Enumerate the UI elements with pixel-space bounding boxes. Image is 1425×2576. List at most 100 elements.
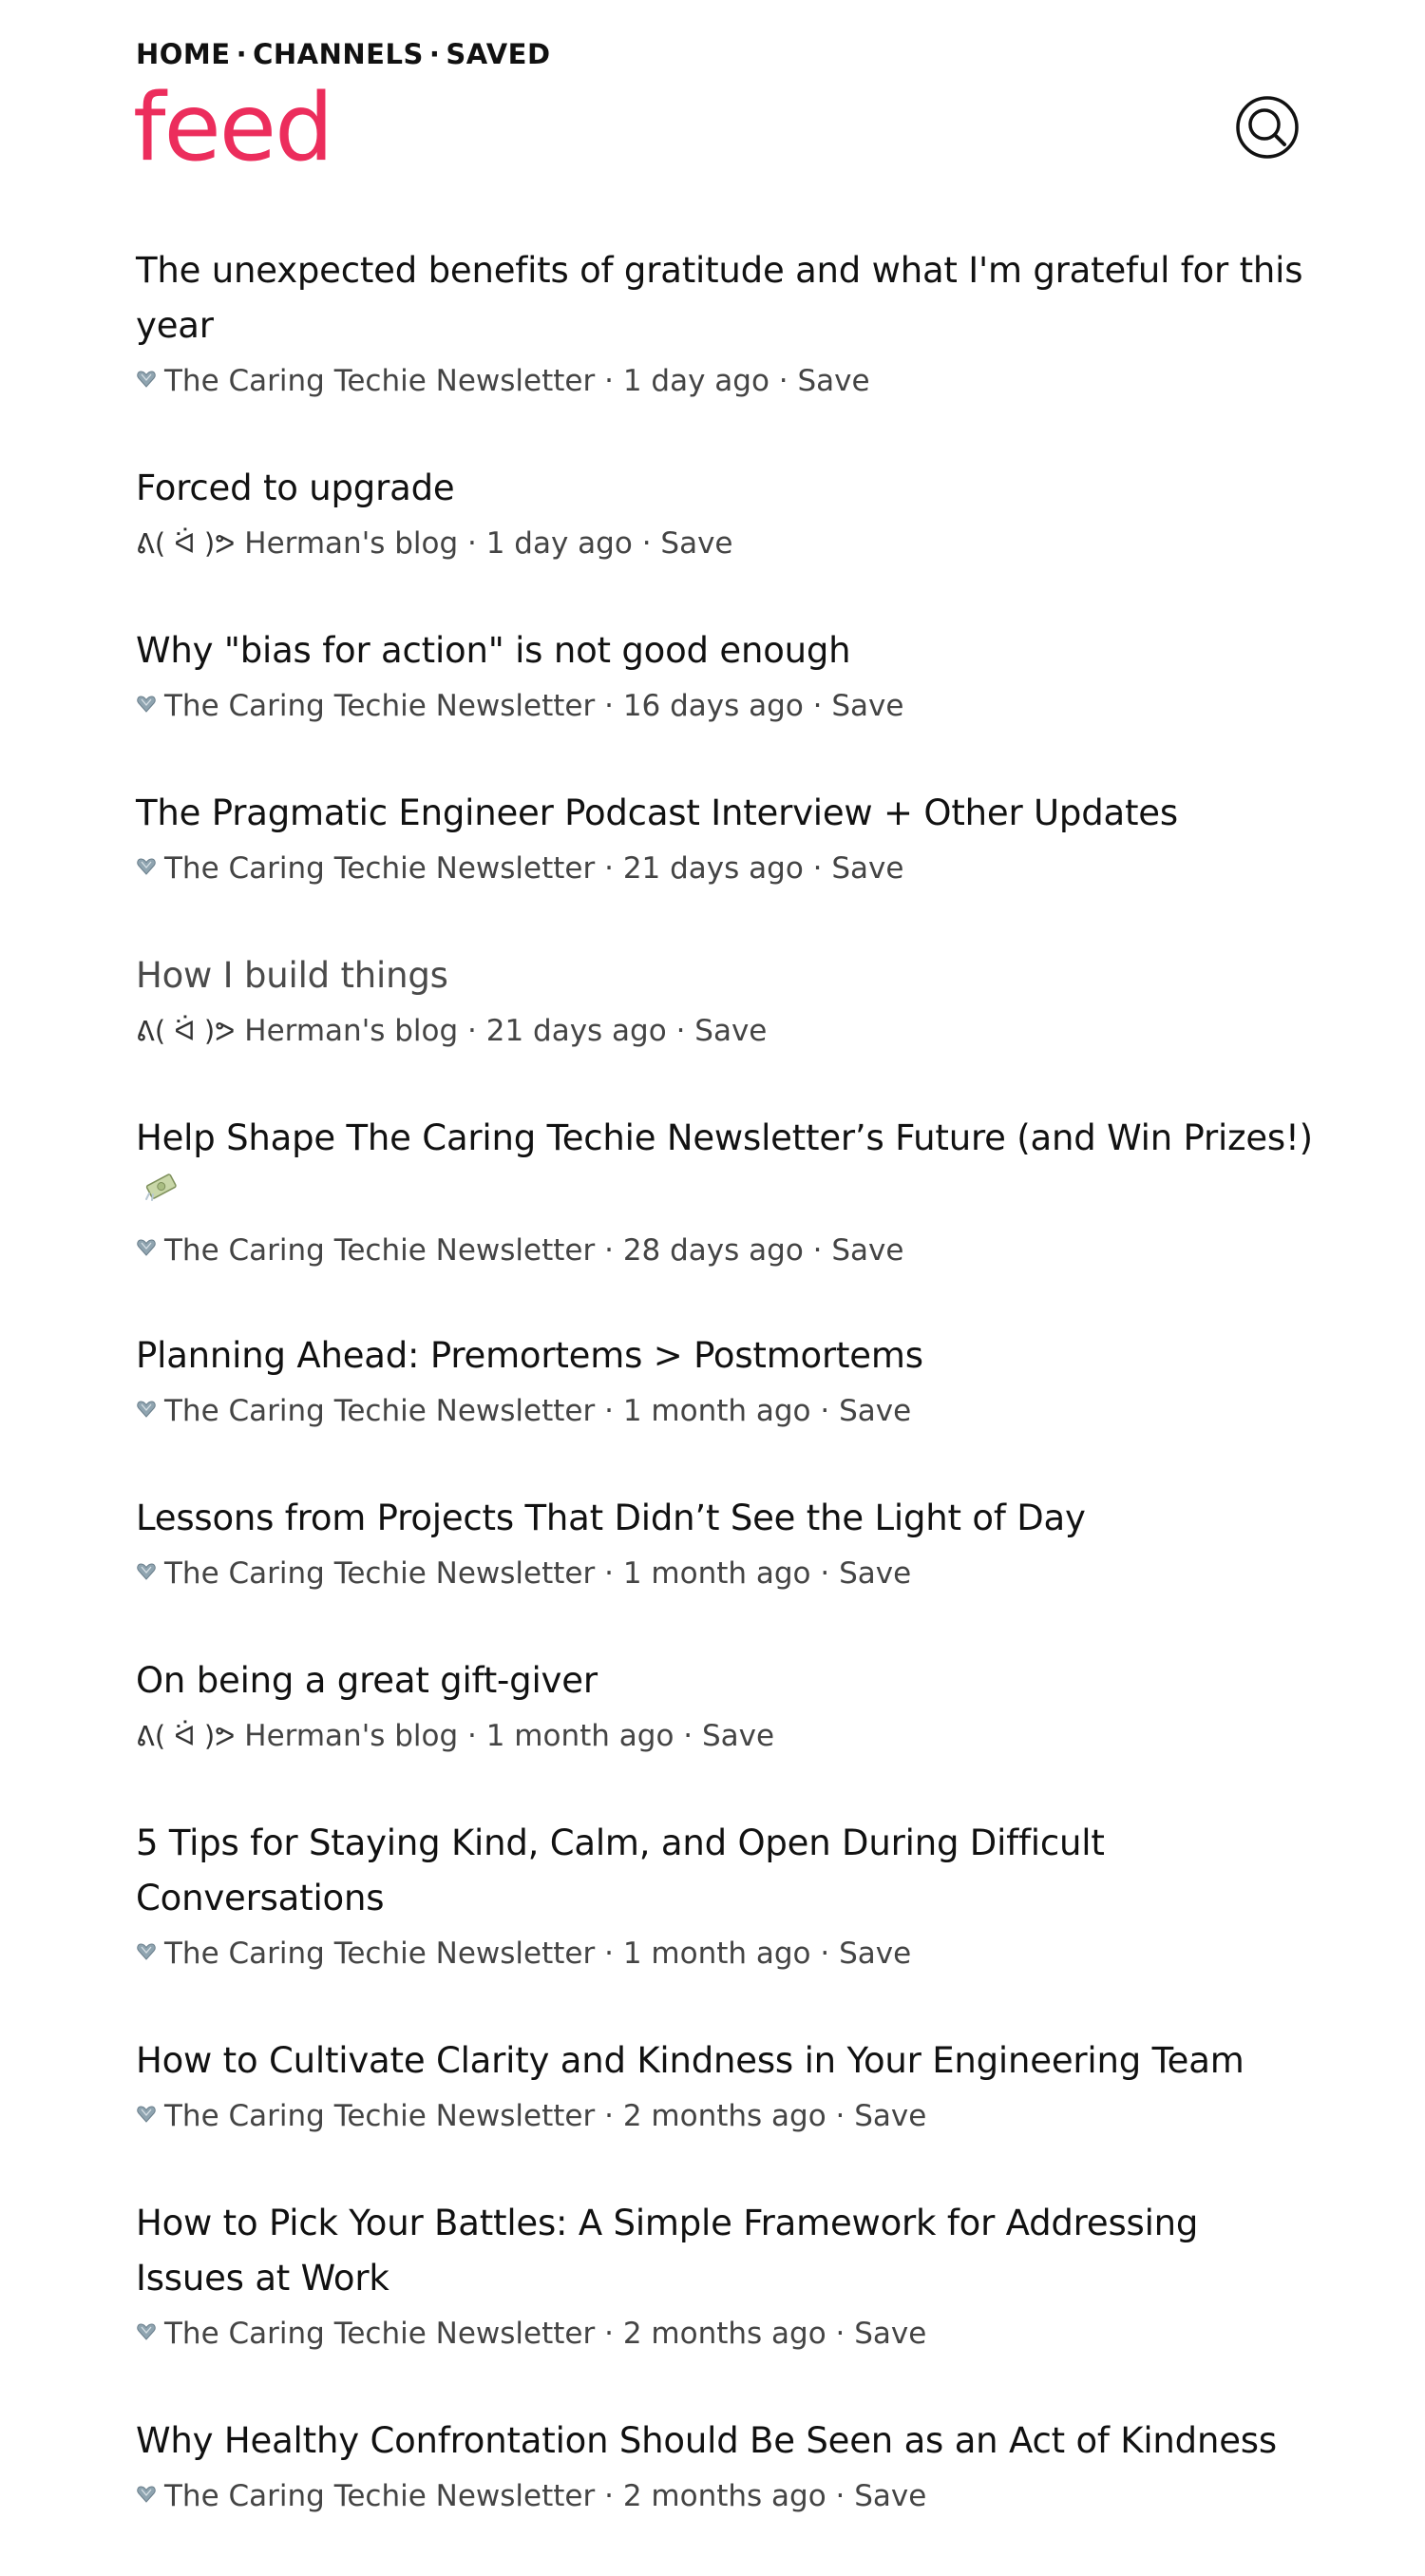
kaomoji-icon: ᕕ( ᐛ )ᕗ (136, 527, 236, 560)
heart-icon (136, 1929, 157, 1976)
post-age: 2 months ago (622, 2479, 826, 2513)
search-button[interactable] (1235, 95, 1300, 160)
post-title-link[interactable]: Lessons from Projects That Didn’t See th… (136, 1491, 1314, 1546)
post-source: Herman's blog (244, 1719, 459, 1753)
save-link[interactable]: Save (854, 2317, 926, 2351)
meta-separator: · (604, 1232, 614, 1268)
save-link[interactable]: Save (694, 1014, 767, 1048)
post-title-link[interactable]: The unexpected benefits of gratitude and… (136, 243, 1314, 353)
heart-icon (136, 844, 157, 891)
meta-separator: · (820, 1937, 830, 1971)
feed-item: How to Pick Your Battles: A Simple Frame… (136, 2196, 1314, 2366)
post-age: 1 month ago (485, 1719, 674, 1753)
post-title-link[interactable]: 5 Tips for Staying Kind, Calm, and Open … (136, 1816, 1314, 1926)
post-source: The Caring Techie Newsletter (164, 2099, 596, 2133)
post-title-link[interactable]: Why Healthy Confrontation Should Be Seen… (136, 2414, 1314, 2469)
meta-separator: · (835, 2099, 846, 2133)
heart-icon (136, 356, 157, 404)
post-title-link[interactable]: Forced to upgrade (136, 461, 1314, 516)
meta-separator: · (812, 1232, 823, 1268)
save-link[interactable]: Save (831, 851, 903, 886)
post-source: The Caring Techie Newsletter (164, 1394, 596, 1428)
post-age: 1 month ago (622, 1556, 811, 1591)
post-title-link[interactable]: The Pragmatic Engineer Podcast Interview… (136, 786, 1314, 841)
post-source: The Caring Techie Newsletter (164, 1232, 596, 1268)
post-meta: ᕕ( ᐛ )ᕗ Herman's blog · 21 days ago · Sav… (136, 1007, 1314, 1055)
save-link[interactable]: Save (660, 526, 732, 561)
feed-item: On being a great gift-giver ᕕ( ᐛ )ᕗ Herma… (136, 1653, 1314, 1768)
meta-separator: · (778, 364, 788, 398)
kaomoji-icon: ᕕ( ᐛ )ᕗ (136, 1015, 236, 1047)
post-meta: The Caring Techie Newsletter · 2 months … (136, 2472, 1314, 2522)
post-meta: The Caring Techie Newsletter · 1 day ago… (136, 357, 1314, 407)
meta-separator: · (835, 2479, 846, 2513)
money-emoji-icon (143, 1164, 180, 1219)
nav-separator: · (236, 38, 248, 70)
save-link[interactable]: Save (839, 1937, 911, 1971)
heart-icon (136, 2471, 157, 2519)
save-link[interactable]: Save (702, 1719, 774, 1753)
feed-item: Forced to upgrade ᕕ( ᐛ )ᕗ Herman's blog ·… (136, 461, 1314, 576)
meta-separator: · (604, 1937, 614, 1971)
save-link[interactable]: Save (854, 2479, 926, 2513)
meta-separator: · (467, 1014, 477, 1048)
feed-item: Help Shape The Caring Techie Newsletter’… (136, 1111, 1314, 1281)
meta-separator: · (675, 1014, 686, 1048)
nav-separator: · (428, 38, 441, 70)
post-age: 1 month ago (622, 1937, 811, 1971)
page: HOME · CHANNELS · SAVED feed The unexpected … (0, 0, 1425, 2535)
post-title-link[interactable]: Help Shape The Caring Techie Newsletter’… (136, 1111, 1314, 1223)
post-title-link[interactable]: How to Cultivate Clarity and Kindness in… (136, 2033, 1314, 2089)
meta-separator: · (812, 689, 823, 723)
heart-icon (136, 1386, 157, 1434)
meta-separator: · (604, 2099, 614, 2133)
post-title-text: Help Shape The Caring Techie Newsletter’… (136, 1117, 1313, 1158)
feed-item: Lessons from Projects That Didn’t See th… (136, 1491, 1314, 1606)
meta-separator: · (604, 689, 614, 723)
save-link[interactable]: Save (831, 689, 903, 723)
feed-item: Why "bias for action" is not good enough… (136, 623, 1314, 738)
post-meta: ᕕ( ᐛ )ᕗ Herman's blog · 1 day ago · Save (136, 520, 1314, 567)
meta-separator: · (820, 1556, 830, 1591)
post-age: 2 months ago (622, 2099, 826, 2133)
post-title-link[interactable]: On being a great gift-giver (136, 1653, 1314, 1708)
save-link[interactable]: Save (839, 1556, 911, 1591)
heart-icon (136, 681, 157, 729)
meta-separator: · (641, 526, 652, 561)
top-nav: HOME · CHANNELS · SAVED (136, 38, 551, 70)
post-age: 28 days ago (622, 1232, 804, 1268)
nav-home-link[interactable]: HOME (136, 38, 231, 70)
save-link[interactable]: Save (854, 2099, 926, 2133)
post-age: 21 days ago (622, 851, 804, 886)
save-link[interactable]: Save (831, 1233, 903, 1268)
post-title-link[interactable]: How I build things (136, 948, 1314, 1003)
meta-separator: · (604, 1394, 614, 1428)
meta-separator: · (604, 2317, 614, 2351)
feed-item: The Pragmatic Engineer Podcast Interview… (136, 786, 1314, 901)
nav-saved-link[interactable]: SAVED (446, 38, 550, 70)
save-link[interactable]: Save (798, 364, 870, 398)
heart-icon (136, 2091, 157, 2139)
meta-separator: · (835, 2317, 846, 2351)
post-title-link[interactable]: Planning Ahead: Premortems > Postmortems (136, 1328, 1314, 1383)
meta-separator: · (604, 851, 614, 886)
post-source: Herman's blog (244, 1014, 459, 1048)
post-meta: The Caring Techie Newsletter · 1 month a… (136, 1930, 1314, 1979)
post-title-link[interactable]: How to Pick Your Battles: A Simple Frame… (136, 2196, 1314, 2306)
post-age: 16 days ago (622, 689, 804, 723)
meta-separator: · (820, 1394, 830, 1428)
post-age: 1 day ago (485, 526, 633, 561)
post-age: 1 month ago (622, 1394, 811, 1428)
meta-separator: · (467, 1719, 477, 1753)
feed-item: How I build things ᕕ( ᐛ )ᕗ Herman's blog … (136, 948, 1314, 1063)
post-title-link[interactable]: Why "bias for action" is not good enough (136, 623, 1314, 678)
nav-channels-link[interactable]: CHANNELS (253, 38, 424, 70)
feed-item: Why Healthy Confrontation Should Be Seen… (136, 2414, 1314, 2528)
post-source: The Caring Techie Newsletter (164, 851, 596, 886)
post-source: The Caring Techie Newsletter (164, 1937, 596, 1971)
feed-item: The unexpected benefits of gratitude and… (136, 243, 1314, 413)
save-link[interactable]: Save (839, 1394, 911, 1428)
post-meta: ᕕ( ᐛ )ᕗ Herman's blog · 1 month ago · Sav… (136, 1712, 1314, 1760)
post-meta: The Caring Techie Newsletter · 1 month a… (136, 1550, 1314, 1599)
post-age: 2 months ago (622, 2317, 826, 2351)
